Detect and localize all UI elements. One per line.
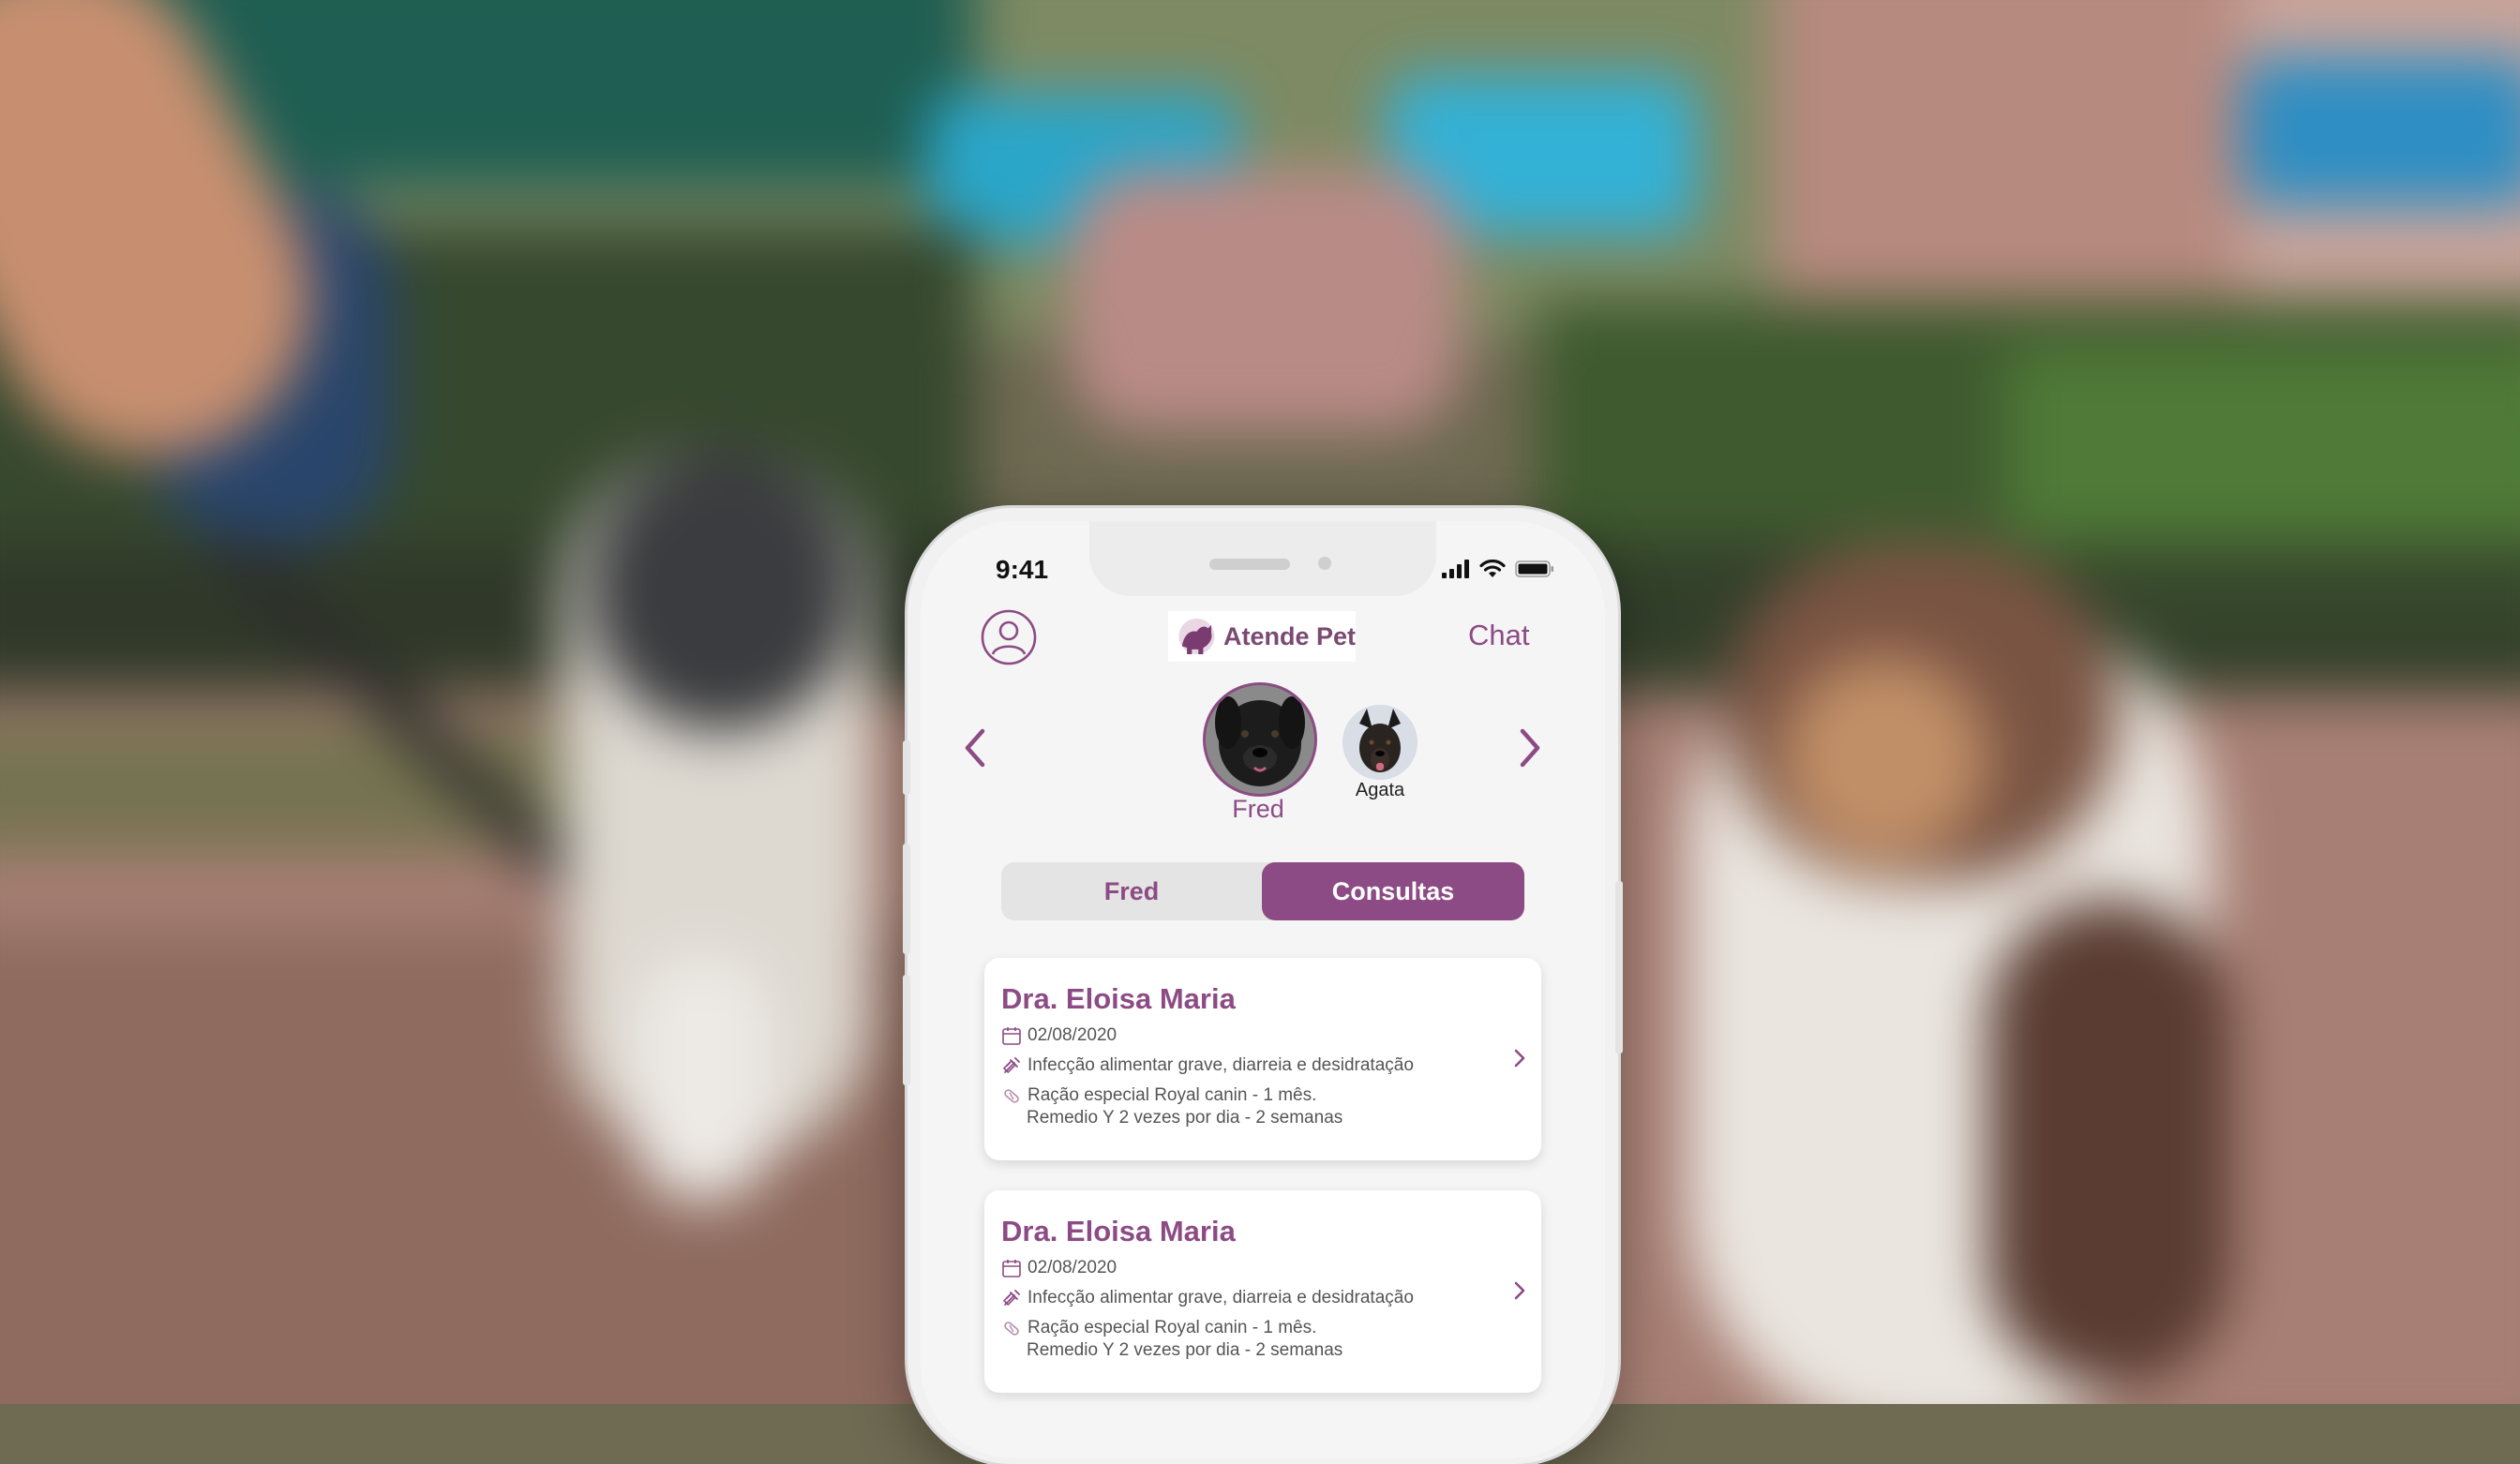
phone-mute-switch [903, 740, 910, 795]
pet-logo-icon [1178, 618, 1215, 655]
tab-consultas[interactable]: Consultas [1262, 862, 1524, 920]
logo-text: Atende Pet [1222, 621, 1356, 650]
treatment-line-1: Ração especial Royal canin - 1 mês. [1028, 1318, 1317, 1337]
diagnosis-text: Infecção alimentar grave, diarreia e des… [1028, 1288, 1414, 1307]
wifi-icon [1479, 560, 1506, 577]
pill-icon [1004, 1322, 1019, 1336]
pet-avatar-selected[interactable] [1203, 682, 1317, 797]
phone-notch [1089, 521, 1436, 596]
front-camera [1318, 557, 1331, 570]
chevron-right-icon[interactable] [1511, 1278, 1528, 1303]
signal-icon [1442, 560, 1469, 578]
pet-avatar-next[interactable] [1342, 705, 1418, 780]
profile-button[interactable] [981, 609, 1037, 665]
dog-photo-agata [1342, 705, 1418, 780]
consultation-card[interactable]: Dra. Eloisa Maria 02/08/2020 Infecção al… [984, 1190, 1541, 1393]
status-time: 9:41 [996, 555, 1049, 584]
consultation-date: 02/08/2020 [1028, 1258, 1118, 1277]
tab-pet-profile[interactable]: Fred [1001, 862, 1262, 920]
treatment-line-1: Ração especial Royal canin - 1 mês. [1028, 1085, 1317, 1105]
chat-link[interactable]: Chat [1468, 619, 1529, 652]
treatment-line-2: Remedio Y 2 vezes por dia - 2 semanas [1027, 1340, 1343, 1360]
syringe-icon [1002, 1290, 1020, 1307]
battery-icon [1515, 560, 1553, 577]
pill-icon [1004, 1089, 1019, 1103]
segmented-tabs: Fred Consultas [1001, 862, 1524, 920]
consultation-date-row: 02/08/2020 [1001, 1258, 1117, 1278]
app-screen: 9:41 Atende Pet Chat Fred Agata Fred Con… [921, 521, 1605, 1458]
phone-volume-down [903, 975, 910, 1085]
user-circle-icon [981, 609, 1037, 665]
chevron-left-icon[interactable] [958, 725, 992, 770]
treatment-row: Ração especial Royal canin - 1 mês. [1001, 1318, 1316, 1338]
status-icons [1442, 559, 1554, 579]
dog-photo-fred [1206, 685, 1314, 794]
consultation-date: 02/08/2020 [1028, 1025, 1118, 1045]
chevron-right-icon[interactable] [1513, 725, 1547, 770]
calendar-icon [1002, 1260, 1021, 1277]
vet-name: Dra. Eloisa Maria [1001, 982, 1236, 1015]
treatment-row: Ração especial Royal canin - 1 mês. [1001, 1085, 1316, 1106]
calendar-icon [1002, 1027, 1021, 1045]
speaker-grille [1209, 559, 1290, 570]
phone-power-button [1615, 881, 1623, 1053]
consultation-card[interactable]: Dra. Eloisa Maria 02/08/2020 Infecção al… [984, 958, 1541, 1160]
diagnosis-row: Infecção alimentar grave, diarreia e des… [1001, 1288, 1414, 1308]
consultation-date-row: 02/08/2020 [1001, 1025, 1117, 1046]
chevron-right-icon[interactable] [1511, 1046, 1528, 1070]
syringe-icon [1002, 1057, 1020, 1074]
diagnosis-text: Infecção alimentar grave, diarreia e des… [1028, 1055, 1414, 1075]
treatment-line-2: Remedio Y 2 vezes por dia - 2 semanas [1027, 1108, 1343, 1128]
app-logo: Atende Pet [1168, 611, 1356, 662]
pet-name-next[interactable]: Agata [1333, 780, 1427, 801]
diagnosis-row: Infecção alimentar grave, diarreia e des… [1001, 1055, 1414, 1076]
pet-name-selected[interactable]: Fred [1202, 795, 1314, 824]
phone-volume-up [903, 844, 910, 954]
vet-name: Dra. Eloisa Maria [1001, 1215, 1236, 1247]
